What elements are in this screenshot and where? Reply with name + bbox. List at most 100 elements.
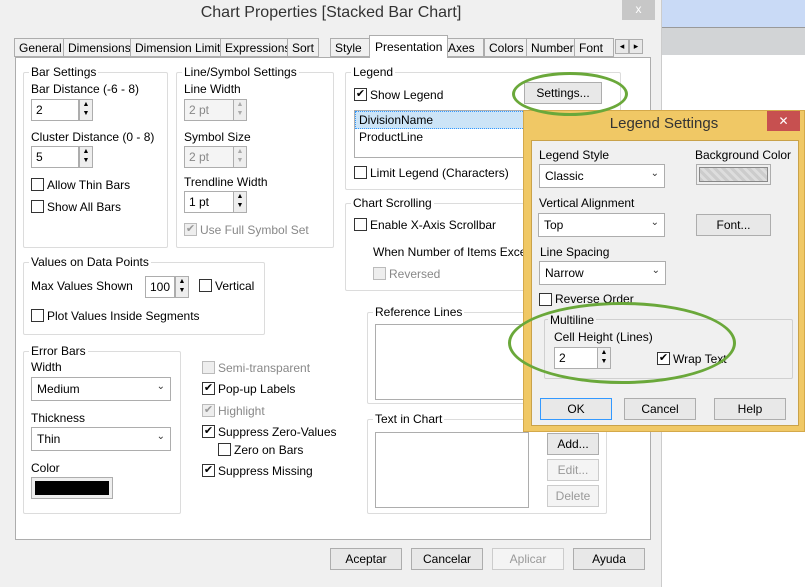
- show-all-bars-checkbox[interactable]: [31, 200, 44, 213]
- thickness-select[interactable]: Thin ⌄: [31, 427, 171, 451]
- apply-button[interactable]: Aplicar: [492, 548, 564, 570]
- limit-legend-checkbox[interactable]: [354, 166, 367, 179]
- line-spacing-value: Narrow: [545, 266, 584, 280]
- max-values-input[interactable]: 100: [145, 276, 175, 298]
- text-in-chart-label: Text in Chart: [373, 412, 445, 426]
- legend-style-label: Legend Style: [539, 148, 610, 162]
- vertical-alignment-value: Top: [544, 218, 564, 232]
- text-in-chart-list[interactable]: [375, 432, 529, 508]
- suppress-zero-label: Suppress Zero-Values: [218, 425, 337, 439]
- help-button[interactable]: Ayuda: [573, 548, 645, 570]
- tab-general[interactable]: General: [14, 38, 67, 57]
- tab-scroll-right[interactable]: ▸: [629, 39, 643, 54]
- ok-button[interactable]: OK: [540, 398, 612, 420]
- tab-axes[interactable]: Axes: [443, 38, 484, 57]
- line-width-input[interactable]: 2 pt: [184, 99, 234, 121]
- cluster-distance-spinner[interactable]: ▲ ▼: [79, 146, 93, 168]
- legend-items-list[interactable]: DivisionName ProductLine: [354, 110, 534, 158]
- line-spacing-label: Line Spacing: [540, 245, 610, 259]
- enable-scrollbar-checkbox[interactable]: [354, 218, 367, 231]
- show-legend-label: Show Legend: [370, 88, 444, 102]
- tab-sort[interactable]: Sort: [287, 38, 320, 57]
- items-exceed-label: When Number of Items Exceeds: [373, 245, 546, 259]
- allow-thin-bars-checkbox[interactable]: [31, 178, 44, 191]
- highlight-checkbox[interactable]: ✔: [202, 404, 215, 417]
- popup-labels-label: Pop-up Labels: [218, 382, 296, 396]
- legend-settings-dialog: Legend Settings ✕ Legend Style Classic ⌄ …: [523, 110, 805, 432]
- cluster-distance-input[interactable]: 5: [31, 146, 79, 168]
- line-width-spinner[interactable]: ▲ ▼: [233, 99, 247, 121]
- tab-colors[interactable]: Colors: [484, 38, 529, 57]
- trendline-width-label: Trendline Width: [184, 175, 268, 189]
- legend-help-button[interactable]: Help: [714, 398, 786, 420]
- delete-button[interactable]: Delete: [547, 485, 599, 507]
- reversed-checkbox[interactable]: [373, 267, 386, 280]
- list-item[interactable]: ProductLine: [355, 129, 533, 145]
- bar-distance-input[interactable]: 2: [31, 99, 79, 121]
- width-select[interactable]: Medium ⌄: [31, 377, 171, 401]
- plot-inside-label: Plot Values Inside Segments: [47, 309, 200, 323]
- suppress-missing-label: Suppress Missing: [218, 464, 313, 478]
- close-button[interactable]: x: [622, 0, 655, 20]
- dialog-title: Chart Properties [Stacked Bar Chart]: [200, 4, 462, 21]
- reference-lines-label: Reference Lines: [373, 305, 465, 319]
- cluster-distance-label: Cluster Distance (0 - 8): [31, 130, 155, 144]
- legend-close-button[interactable]: ✕: [767, 111, 800, 131]
- line-settings-label: Line/Symbol Settings: [182, 65, 299, 79]
- show-all-bars-label: Show All Bars: [47, 200, 122, 214]
- symbol-size-input[interactable]: 2 pt: [184, 146, 234, 168]
- line-spacing-select[interactable]: Narrow ⌄: [539, 261, 666, 285]
- popup-labels-checkbox[interactable]: ✔: [202, 382, 215, 395]
- background-color-button[interactable]: [696, 164, 771, 185]
- bar-distance-spinner[interactable]: ▲ ▼: [79, 99, 93, 121]
- symbol-size-spinner[interactable]: ▲ ▼: [233, 146, 247, 168]
- list-item[interactable]: DivisionName: [355, 111, 533, 129]
- vertical-label: Vertical: [215, 279, 255, 293]
- max-values-label: Max Values Shown: [31, 279, 133, 293]
- show-legend-checkbox[interactable]: ✔: [354, 88, 367, 101]
- thickness-label: Thickness: [31, 411, 86, 425]
- limit-legend-label: Limit Legend (Characters): [370, 166, 509, 180]
- width-value: Medium: [37, 382, 80, 396]
- legend-label: Legend: [351, 65, 396, 79]
- values-group: [23, 262, 265, 335]
- trendline-width-spinner[interactable]: ▲ ▼: [233, 191, 247, 213]
- add-button[interactable]: Add...: [547, 433, 599, 455]
- accept-button[interactable]: Aceptar: [330, 548, 402, 570]
- vertical-alignment-select[interactable]: Top ⌄: [538, 213, 665, 237]
- tab-scroll-left[interactable]: ◂: [615, 39, 629, 54]
- tab-number[interactable]: Number: [526, 38, 579, 57]
- trendline-width-input[interactable]: 1 pt: [184, 191, 234, 213]
- legend-style-select[interactable]: Classic ⌄: [539, 164, 665, 188]
- background-window-header: [662, 0, 805, 27]
- max-values-spinner[interactable]: ▲ ▼: [175, 276, 189, 298]
- chevron-down-icon: ⌄: [650, 168, 659, 179]
- line-width-label: Line Width: [184, 82, 241, 96]
- vertical-checkbox[interactable]: [199, 279, 212, 292]
- full-symbol-set-checkbox[interactable]: ✔: [184, 223, 197, 236]
- zero-on-bars-checkbox[interactable]: [218, 443, 231, 456]
- suppress-missing-checkbox[interactable]: ✔: [202, 464, 215, 477]
- zero-on-bars-label: Zero on Bars: [234, 443, 304, 457]
- legend-dialog-title: Legend Settings: [609, 115, 719, 132]
- tab-font[interactable]: Font: [574, 38, 614, 57]
- suppress-zero-checkbox[interactable]: ✔: [202, 425, 215, 438]
- tab-dimension-limits[interactable]: Dimension Limits: [130, 38, 232, 57]
- highlight-oval-settings: [512, 72, 628, 116]
- tab-presentation[interactable]: Presentation: [369, 35, 449, 58]
- font-button[interactable]: Font...: [696, 214, 771, 236]
- legend-cancel-button[interactable]: Cancel: [624, 398, 696, 420]
- plot-inside-checkbox[interactable]: [31, 309, 44, 322]
- chevron-down-icon: ⌄: [156, 431, 165, 442]
- bar-settings-label: Bar Settings: [29, 65, 99, 79]
- color-swatch-button[interactable]: [31, 477, 113, 499]
- tab-style[interactable]: Style: [330, 38, 370, 57]
- tab-expressions[interactable]: Expressions: [220, 38, 296, 57]
- tab-dimensions[interactable]: Dimensions: [63, 38, 136, 57]
- edit-button[interactable]: Edit...: [547, 459, 599, 481]
- reverse-order-checkbox[interactable]: [539, 293, 552, 306]
- error-bars-label: Error Bars: [29, 344, 88, 358]
- symbol-size-label: Symbol Size: [184, 130, 251, 144]
- semi-transparent-checkbox[interactable]: [202, 361, 215, 374]
- cancel-button[interactable]: Cancelar: [411, 548, 483, 570]
